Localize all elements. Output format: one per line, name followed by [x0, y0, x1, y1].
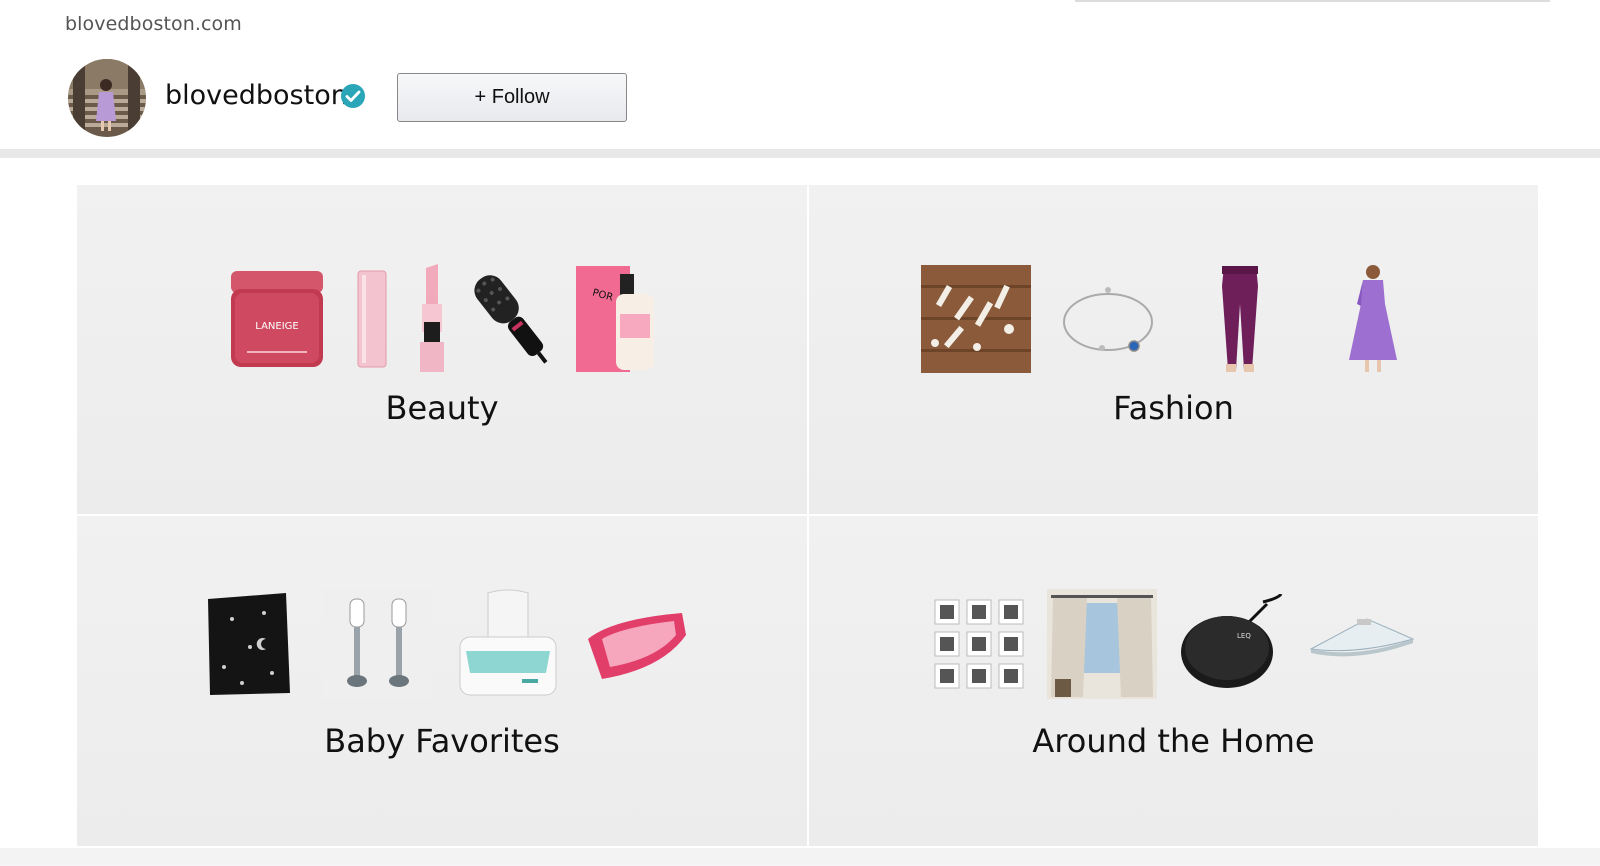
- category-card-beauty[interactable]: LANEIGE POR Beauty: [77, 185, 807, 514]
- wipe-warmer-icon: [452, 588, 562, 700]
- lip-tint-tube-icon: [352, 263, 392, 375]
- category-card-baby-favorites[interactable]: Baby Favorites: [77, 516, 807, 846]
- username[interactable]: blovedboston: [165, 80, 348, 111]
- bracelet-icon: [1053, 263, 1163, 375]
- verified-badge-icon: [341, 84, 365, 108]
- black-star-bag-icon: [192, 588, 302, 700]
- avatar[interactable]: [68, 59, 146, 137]
- leggings-icon: [1185, 263, 1295, 375]
- category-card-fashion[interactable]: Fashion: [809, 185, 1538, 514]
- thumbnail-row: LANEIGE POR: [77, 263, 807, 375]
- pore-primer-bottle-icon: POR: [572, 263, 662, 375]
- hair-clips-photo-icon: [920, 263, 1031, 375]
- category-title: Beauty: [385, 389, 499, 427]
- photo-frame-set-icon: [931, 588, 1027, 700]
- follow-button[interactable]: + Follow: [397, 73, 627, 122]
- lip-mask-jar-icon: LANEIGE: [222, 263, 332, 375]
- site-url[interactable]: blovedboston.com: [65, 13, 242, 35]
- baby-bath-tub-icon: [582, 588, 692, 700]
- bottom-edge: [0, 848, 1600, 866]
- thumbnail-row: LEQ: [809, 588, 1538, 700]
- svg-text:LEQ: LEQ: [1237, 632, 1251, 640]
- hair-dryer-brush-icon: [472, 263, 552, 375]
- top-border-line: [1075, 0, 1550, 2]
- category-grid: LANEIGE POR Beauty Fashion Baby Favorite…: [77, 185, 1538, 846]
- thumbnail-row: [809, 263, 1538, 375]
- lipstick-icon: [412, 263, 452, 375]
- category-title: Baby Favorites: [324, 722, 560, 760]
- bottle-brushes-icon: [322, 588, 432, 700]
- svg-text:LANEIGE: LANEIGE: [255, 321, 298, 332]
- thumbnail-row: [77, 588, 807, 700]
- purple-dress-icon: [1317, 263, 1427, 375]
- category-card-around-the-home[interactable]: LEQ Around the Home: [809, 516, 1538, 846]
- corner-shelf-icon: [1307, 588, 1417, 700]
- header-divider: [0, 149, 1600, 158]
- curtains-icon: [1046, 588, 1157, 700]
- wireless-charger-icon: LEQ: [1177, 588, 1287, 700]
- category-title: Fashion: [1113, 389, 1234, 427]
- category-title: Around the Home: [1032, 722, 1315, 760]
